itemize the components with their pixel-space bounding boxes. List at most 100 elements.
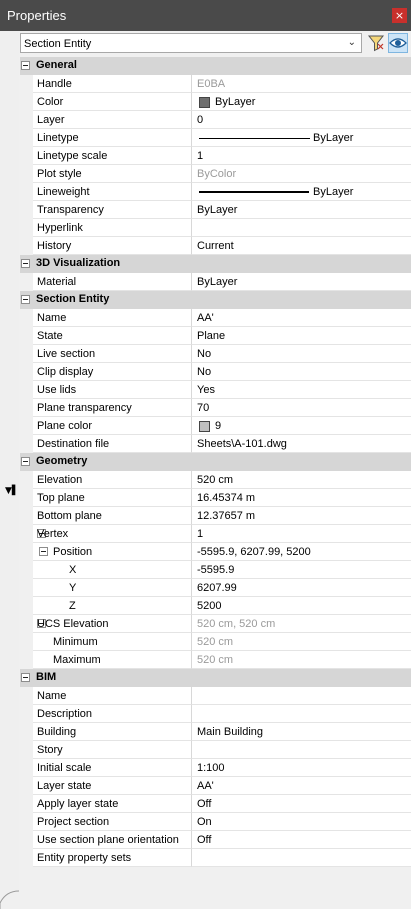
- property-value-cell[interactable]: 520 cm: [192, 633, 411, 651]
- property-row-elevation[interactable]: Elevation 520 cm: [20, 471, 411, 489]
- property-value-cell[interactable]: Current: [192, 237, 411, 255]
- property-name-cell[interactable]: Bottom plane: [33, 507, 192, 525]
- property-name-cell[interactable]: Clip display: [33, 363, 192, 381]
- property-row-use-lids[interactable]: Use lids Yes: [20, 381, 411, 399]
- property-name-cell[interactable]: Lineweight: [33, 183, 192, 201]
- property-name-cell[interactable]: Project section: [33, 813, 192, 831]
- property-name-cell[interactable]: Entity property sets: [33, 849, 192, 867]
- property-value-cell[interactable]: 0: [192, 111, 411, 129]
- property-name-cell[interactable]: Linetype scale: [33, 147, 192, 165]
- property-row-maximum[interactable]: Maximum 520 cm: [20, 651, 411, 669]
- property-value-cell[interactable]: 520 cm, 520 cm: [192, 615, 411, 633]
- property-value-cell[interactable]: E0BA: [192, 75, 411, 93]
- property-row-layer-state[interactable]: Layer state AA': [20, 777, 411, 795]
- property-row-plot-style[interactable]: Plot style ByColor: [20, 165, 411, 183]
- property-value-cell[interactable]: [192, 219, 411, 237]
- property-value-cell[interactable]: 520 cm: [192, 471, 411, 489]
- section-header-bim[interactable]: BIM: [20, 669, 411, 687]
- property-name-cell[interactable]: Minimum: [33, 633, 192, 651]
- property-row-name[interactable]: Name AA': [20, 309, 411, 327]
- section-header-general[interactable]: General: [20, 57, 411, 75]
- property-value-cell[interactable]: [192, 849, 411, 867]
- property-name-cell[interactable]: Elevation: [33, 471, 192, 489]
- property-value-cell[interactable]: No: [192, 345, 411, 363]
- property-name-cell[interactable]: Name: [33, 309, 192, 327]
- property-value-cell[interactable]: 70: [192, 399, 411, 417]
- section-header-geometry[interactable]: Geometry: [20, 453, 411, 471]
- property-name-cell[interactable]: Y: [33, 579, 192, 597]
- property-row-description[interactable]: Description: [20, 705, 411, 723]
- property-name-cell[interactable]: Plane color: [33, 417, 192, 435]
- property-name-cell[interactable]: Maximum: [33, 651, 192, 669]
- property-row-entity-property-sets[interactable]: Entity property sets: [20, 849, 411, 867]
- property-row-color[interactable]: Color ByLayer: [20, 93, 411, 111]
- property-value-cell[interactable]: -5595.9: [192, 561, 411, 579]
- property-name-cell[interactable]: Story: [33, 741, 192, 759]
- property-row-bottom-plane[interactable]: Bottom plane 12.37657 m: [20, 507, 411, 525]
- property-value-cell[interactable]: Sheets\A-101.dwg: [192, 435, 411, 453]
- collapse-icon[interactable]: [21, 259, 30, 268]
- property-row-minimum[interactable]: Minimum 520 cm: [20, 633, 411, 651]
- property-row-position[interactable]: Position -5595.9, 6207.99, 5200: [20, 543, 411, 561]
- property-value-cell[interactable]: -5595.9, 6207.99, 5200: [192, 543, 411, 561]
- property-name-cell[interactable]: Color: [33, 93, 192, 111]
- property-value-cell[interactable]: On: [192, 813, 411, 831]
- property-value-cell[interactable]: Main Building: [192, 723, 411, 741]
- property-name-cell[interactable]: Description: [33, 705, 192, 723]
- property-name-cell[interactable]: Apply layer state: [33, 795, 192, 813]
- property-value-cell[interactable]: AA': [192, 777, 411, 795]
- selection-dropdown[interactable]: Section Entity ⌄: [20, 33, 362, 53]
- property-name-cell[interactable]: History: [33, 237, 192, 255]
- property-value-cell[interactable]: ByLayer: [192, 273, 411, 291]
- property-value-cell[interactable]: Yes: [192, 381, 411, 399]
- property-row-plane-color[interactable]: Plane color 9: [20, 417, 411, 435]
- section-header-section-entity[interactable]: Section Entity: [20, 291, 411, 309]
- property-row-lineweight[interactable]: Lineweight ByLayer: [20, 183, 411, 201]
- property-row-use-section-plane-orientation[interactable]: Use section plane orientation Off: [20, 831, 411, 849]
- property-name-cell[interactable]: Material: [33, 273, 192, 291]
- property-name-cell[interactable]: Linetype: [33, 129, 192, 147]
- property-row-project-section[interactable]: Project section On: [20, 813, 411, 831]
- close-icon[interactable]: ×: [392, 8, 407, 23]
- collapse-icon[interactable]: [21, 673, 30, 682]
- property-value-cell[interactable]: AA': [192, 309, 411, 327]
- property-row-layer[interactable]: Layer 0: [20, 111, 411, 129]
- property-name-cell[interactable]: Vertex: [33, 525, 192, 543]
- property-value-cell[interactable]: 1: [192, 147, 411, 165]
- property-row-linetype-scale[interactable]: Linetype scale 1: [20, 147, 411, 165]
- property-row-material[interactable]: Material ByLayer: [20, 273, 411, 291]
- property-name-cell[interactable]: Layer: [33, 111, 192, 129]
- property-name-cell[interactable]: Z: [33, 597, 192, 615]
- property-value-cell[interactable]: [192, 741, 411, 759]
- property-row-history[interactable]: History Current: [20, 237, 411, 255]
- property-value-cell[interactable]: 16.45374 m: [192, 489, 411, 507]
- property-value-cell[interactable]: No: [192, 363, 411, 381]
- property-value-cell[interactable]: [192, 687, 411, 705]
- property-name-cell[interactable]: Handle: [33, 75, 192, 93]
- property-row-state[interactable]: State Plane: [20, 327, 411, 345]
- property-name-cell[interactable]: State: [33, 327, 192, 345]
- property-value-cell[interactable]: 1: [192, 525, 411, 543]
- property-name-cell[interactable]: Hyperlink: [33, 219, 192, 237]
- property-row-y[interactable]: Y 6207.99: [20, 579, 411, 597]
- property-row-name[interactable]: Name: [20, 687, 411, 705]
- property-name-cell[interactable]: Live section: [33, 345, 192, 363]
- property-value-cell[interactable]: ByLayer: [192, 93, 411, 111]
- property-name-cell[interactable]: Name: [33, 687, 192, 705]
- property-name-cell[interactable]: Plot style: [33, 165, 192, 183]
- collapse-icon[interactable]: [21, 295, 30, 304]
- property-name-cell[interactable]: Plane transparency: [33, 399, 192, 417]
- property-row-destination-file[interactable]: Destination file Sheets\A-101.dwg: [20, 435, 411, 453]
- property-name-cell[interactable]: Layer state: [33, 777, 192, 795]
- property-value-cell[interactable]: Off: [192, 831, 411, 849]
- toggle-visibility-button[interactable]: [388, 33, 408, 53]
- property-row-clip-display[interactable]: Clip display No: [20, 363, 411, 381]
- property-value-cell[interactable]: Plane: [192, 327, 411, 345]
- property-value-cell[interactable]: 6207.99: [192, 579, 411, 597]
- section-header-3d-visualization[interactable]: 3D Visualization: [20, 255, 411, 273]
- property-value-cell[interactable]: ByLayer: [192, 183, 411, 201]
- property-name-cell[interactable]: X: [33, 561, 192, 579]
- property-name-cell[interactable]: Position: [33, 543, 192, 561]
- property-name-cell[interactable]: Use lids: [33, 381, 192, 399]
- property-row-x[interactable]: X -5595.9: [20, 561, 411, 579]
